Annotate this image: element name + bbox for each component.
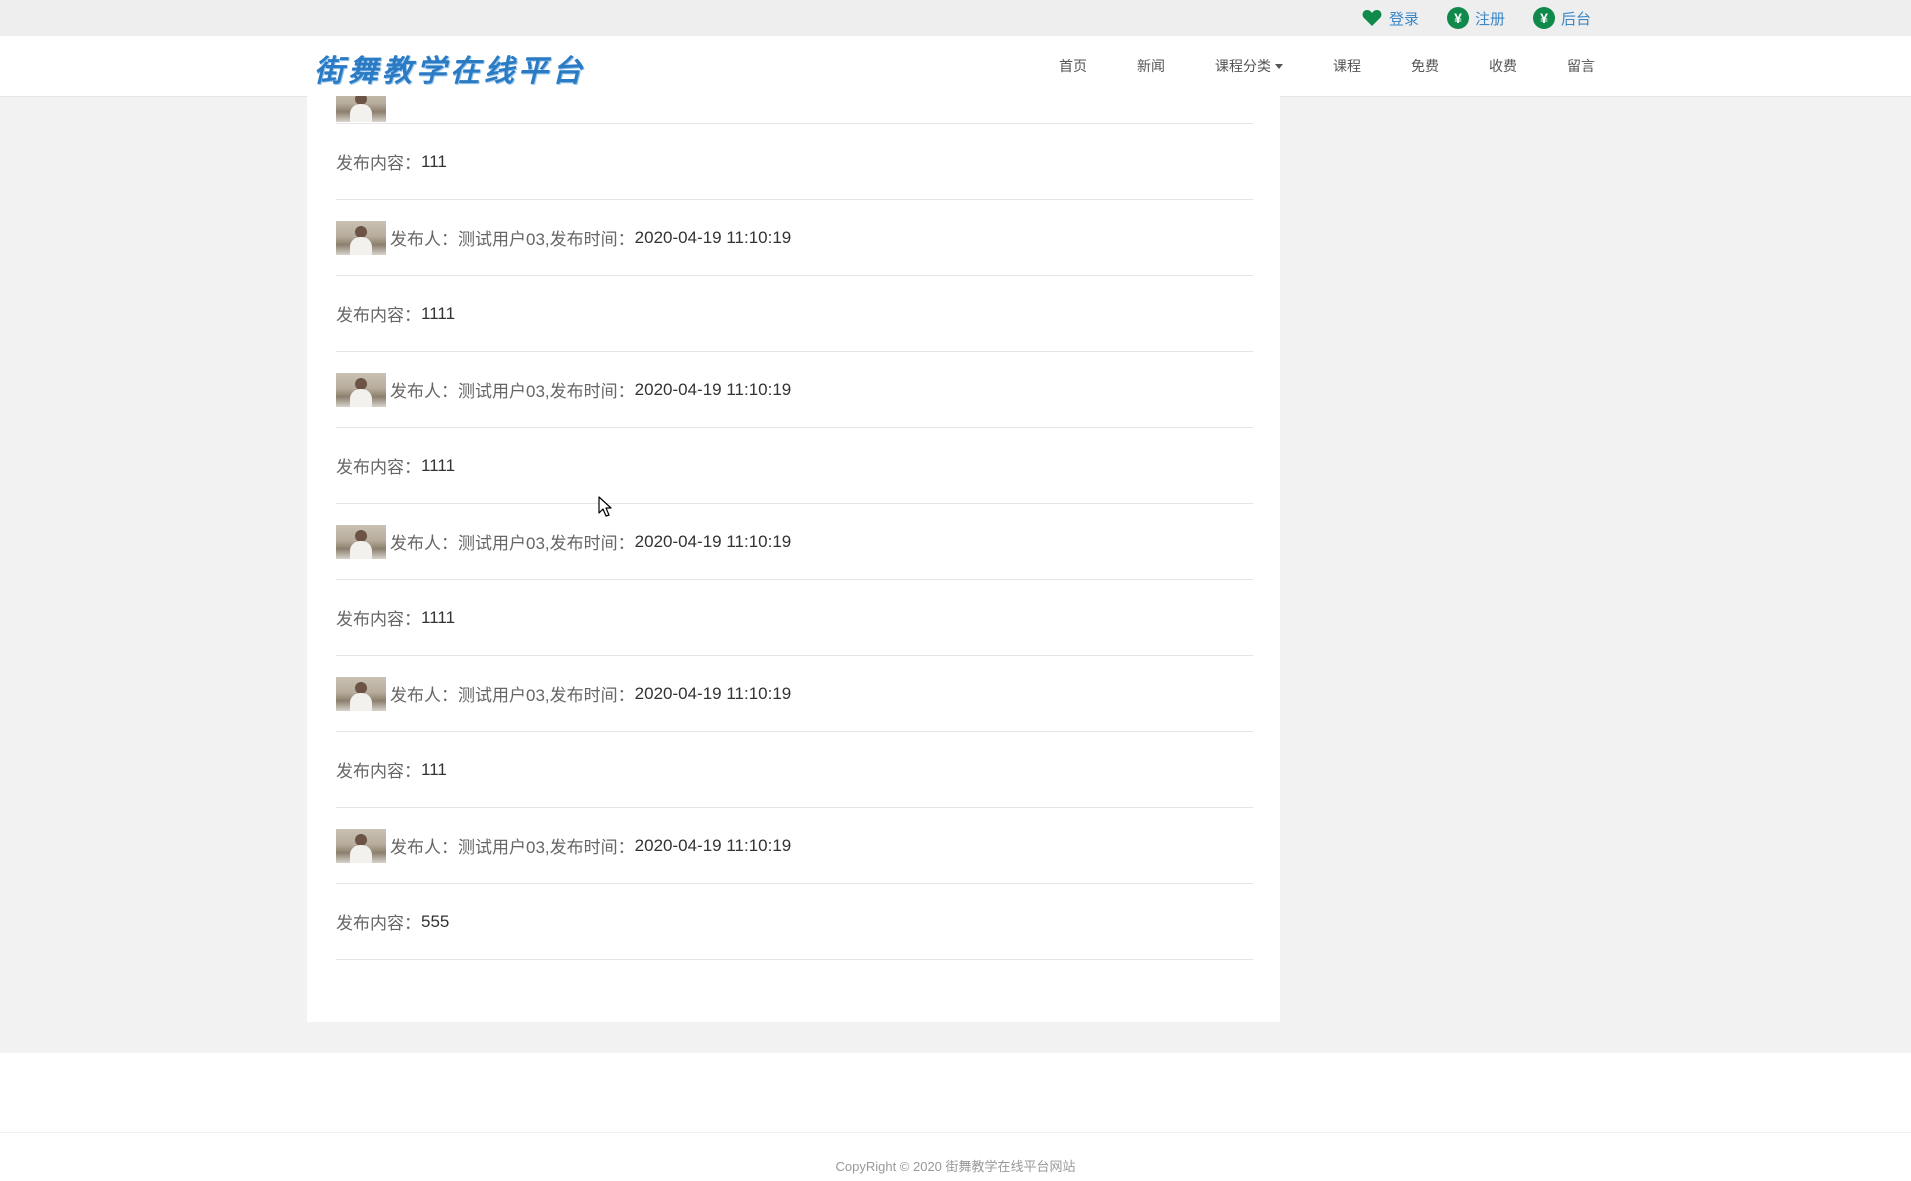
nav-item-course-category[interactable]: 课程分类 xyxy=(1215,56,1283,76)
content-label: 发布内容： xyxy=(336,914,421,933)
content-value: 1111 xyxy=(421,455,456,475)
heart-icon xyxy=(1361,7,1383,29)
yen-icon: ¥ xyxy=(1532,7,1555,29)
yen-glyph: ¥ xyxy=(1446,7,1469,29)
content-value: 111 xyxy=(421,151,447,171)
time-label: ,发布时间： xyxy=(544,534,635,553)
content-value: 1111 xyxy=(421,607,456,627)
time-label: ,发布时间： xyxy=(544,686,635,705)
login-link-label: 登录 xyxy=(1388,10,1419,28)
chevron-down-icon xyxy=(1275,63,1283,69)
publisher-label: 发布人： xyxy=(390,686,458,705)
time-label: ,发布时间： xyxy=(544,230,635,249)
nav-menu: 首页 新闻 课程分类 课程 免费 收费 留言 xyxy=(1059,36,1595,96)
message-content-row: 发布内容： 111 xyxy=(336,732,1253,808)
publisher-label: 发布人： xyxy=(390,534,458,553)
content-label: 发布内容： xyxy=(336,306,421,325)
publisher-label: 发布人： xyxy=(390,230,458,249)
mouse-pointer-icon xyxy=(598,496,612,517)
nav-item-free[interactable]: 免费 xyxy=(1411,56,1439,76)
message-board-panel: 发布内容： 111 发布人： 测试用户03 ,发布时间： 2020-04-19 … xyxy=(307,96,1280,1022)
avatar xyxy=(336,96,386,122)
nav-item-courses[interactable]: 课程 xyxy=(1333,56,1361,76)
main-navbar: 街舞教学在线平台 首页 新闻 课程分类 课程 免费 收费 留言 xyxy=(0,36,1911,97)
admin-link-label: 后台 xyxy=(1560,10,1591,28)
message-header-row: 发布人： 测试用户03 ,发布时间： 2020-04-19 11:10:19 xyxy=(336,504,1253,580)
content-label: 发布内容： xyxy=(336,458,421,477)
top-utility-links: 登录 ¥ 注册 ¥ 后台 xyxy=(1361,0,1591,36)
publisher-name: 测试用户03 xyxy=(458,230,545,249)
time-label: ,发布时间： xyxy=(544,838,635,857)
login-link[interactable]: 登录 xyxy=(1361,7,1419,29)
avatar xyxy=(336,372,386,407)
top-utility-bar: 登录 ¥ 注册 ¥ 后台 xyxy=(0,0,1911,36)
publish-time: 2020-04-19 11:10:19 xyxy=(634,531,792,551)
yen-glyph: ¥ xyxy=(1532,7,1555,29)
publisher-name: 测试用户03 xyxy=(458,382,545,401)
nav-item-paid[interactable]: 收费 xyxy=(1489,56,1517,76)
message-header-row: 发布人： 测试用户03 ,发布时间： 2020-04-19 11:10:19 xyxy=(336,200,1253,276)
message-header-row: 发布人： 测试用户03 ,发布时间： 2020-04-19 11:10:19 xyxy=(336,656,1253,732)
nav-item-messages[interactable]: 留言 xyxy=(1567,56,1595,76)
content-value: 111 xyxy=(421,759,447,779)
content-value: 555 xyxy=(421,911,450,931)
nav-item-home[interactable]: 首页 xyxy=(1059,56,1087,76)
footer-divider xyxy=(0,1132,1911,1133)
nav-item-news[interactable]: 新闻 xyxy=(1137,56,1165,76)
register-link-label: 注册 xyxy=(1474,10,1505,28)
publisher-name: 测试用户03 xyxy=(458,686,545,705)
content-value: 1111 xyxy=(421,303,456,323)
admin-link[interactable]: ¥ 后台 xyxy=(1532,7,1591,29)
publisher-label: 发布人： xyxy=(390,838,458,857)
message-list: 发布内容： 111 发布人： 测试用户03 ,发布时间： 2020-04-19 … xyxy=(336,96,1253,960)
message-header-row: 发布人： 测试用户03 ,发布时间： 2020-04-19 11:10:19 xyxy=(336,352,1253,428)
publisher-name: 测试用户03 xyxy=(458,534,545,553)
message-content-row: 发布内容： 1111 xyxy=(336,276,1253,352)
message-content-row: 发布内容： 555 xyxy=(336,884,1253,960)
avatar xyxy=(336,524,386,559)
publish-time: 2020-04-19 11:10:19 xyxy=(634,379,792,399)
publisher-label: 发布人： xyxy=(390,382,458,401)
publish-time: 2020-04-19 11:10:19 xyxy=(634,683,792,703)
yen-icon: ¥ xyxy=(1446,7,1469,29)
message-content-row: 发布内容： 1111 xyxy=(336,428,1253,504)
footer: CopyRight © 2020 街舞教学在线平台网站 xyxy=(0,1053,1911,1181)
copyright-text: CopyRight © 2020 街舞教学在线平台网站 xyxy=(835,1159,1076,1174)
content-label: 发布内容： xyxy=(336,154,421,173)
message-content-row: 发布内容： 1111 xyxy=(336,580,1253,656)
publisher-name: 测试用户03 xyxy=(458,838,545,857)
avatar xyxy=(336,220,386,255)
content-label: 发布内容： xyxy=(336,610,421,629)
message-header-row: 发布人： 测试用户03 ,发布时间： 2020-04-19 11:10:19 xyxy=(336,808,1253,884)
avatar xyxy=(336,676,386,711)
avatar xyxy=(336,828,386,863)
site-logo[interactable]: 街舞教学在线平台 xyxy=(314,46,586,90)
time-label: ,发布时间： xyxy=(544,382,635,401)
message-content-row: 发布内容： 111 xyxy=(336,124,1253,200)
nav-item-course-category-label: 课程分类 xyxy=(1215,58,1271,74)
register-link[interactable]: ¥ 注册 xyxy=(1446,7,1505,29)
content-label: 发布内容： xyxy=(336,762,421,781)
publish-time: 2020-04-19 11:10:19 xyxy=(634,227,792,247)
publish-time: 2020-04-19 11:10:19 xyxy=(634,835,792,855)
message-header-row xyxy=(336,96,1253,124)
